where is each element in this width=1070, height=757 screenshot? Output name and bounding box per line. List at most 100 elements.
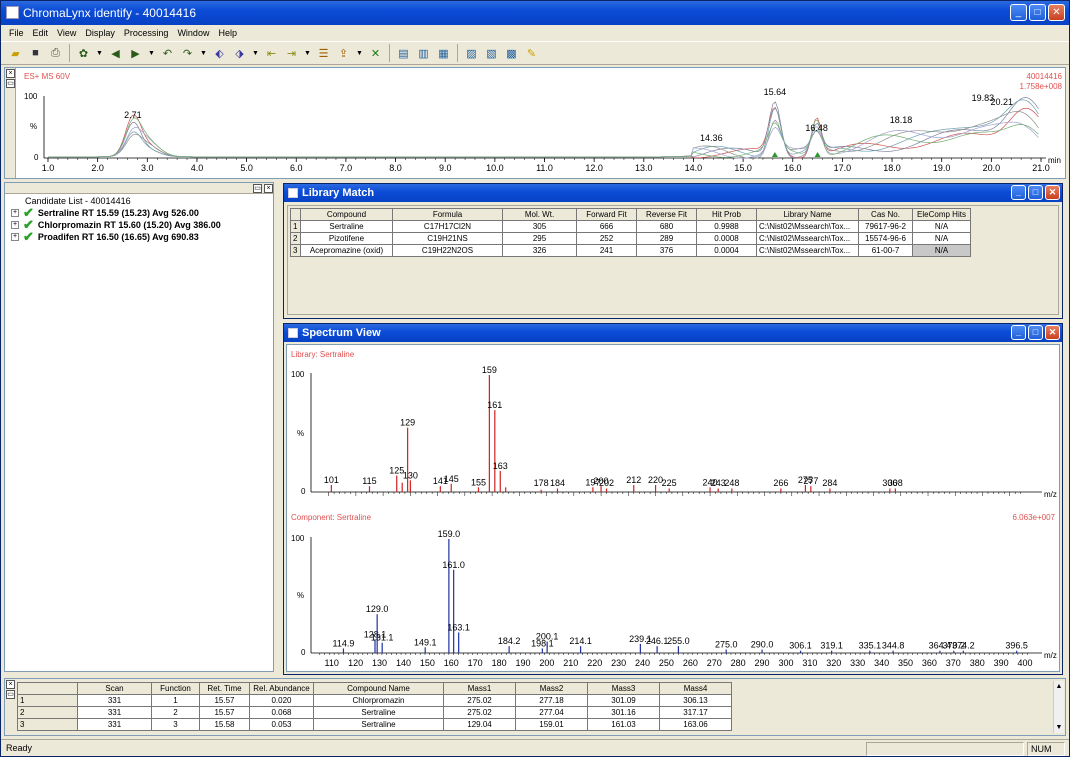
library-match-window[interactable]: Library Match _ □ ✕ Compound Formula Mol… — [283, 183, 1063, 319]
close-icon[interactable]: × — [264, 184, 273, 193]
zoom-back-icon[interactable]: ↶ — [159, 45, 176, 62]
spectrum-plot-area[interactable]: Library: Sertraline 100 % 0 101 115 125 129… — [286, 344, 1060, 672]
column-header[interactable]: Reverse Fit — [636, 208, 697, 221]
table-cell[interactable]: 2 — [151, 706, 200, 719]
table-cell[interactable]: 376 — [636, 244, 697, 257]
maximize-button[interactable]: □ — [1029, 4, 1046, 21]
table-cell[interactable]: 301.09 — [587, 694, 660, 707]
column-header[interactable]: Cas No. — [858, 208, 913, 221]
fit-view-icon[interactable]: ✕ — [367, 45, 384, 62]
table-cell[interactable]: 0.053 — [249, 718, 314, 731]
scan-table-scrollbar[interactable]: ▲ ▼ — [1053, 681, 1064, 733]
menu-processing[interactable]: Processing — [120, 25, 174, 41]
restore-icon[interactable]: ▭ — [6, 690, 15, 699]
column-header[interactable]: Library Name — [756, 208, 859, 221]
grid-icon[interactable]: ▩ — [503, 45, 520, 62]
column-header[interactable]: Compound Name — [313, 682, 444, 695]
table-cell[interactable]: C19H22N2OS — [392, 244, 503, 257]
zoom-forward-icon[interactable]: ↷ — [179, 45, 196, 62]
table-cell[interactable]: 275.02 — [443, 706, 516, 719]
dropdown-arrow-icon[interactable]: ▼ — [95, 45, 104, 62]
peak-right-icon[interactable]: ⬗ — [231, 45, 248, 62]
process-icon[interactable]: ✿ — [75, 45, 92, 62]
column-header[interactable]: Ret. Time — [199, 682, 250, 695]
table-cell[interactable]: 317.17 — [659, 706, 732, 719]
close-button[interactable]: ✕ — [1045, 185, 1060, 200]
table-cell[interactable]: 0.9988 — [696, 220, 757, 233]
minimize-button[interactable]: _ — [1010, 4, 1027, 21]
candidate-item[interactable]: + ✔ Proadifen RT 16.50 (16.65) Avg 690.8… — [11, 230, 199, 243]
table-cell[interactable]: Acepromazine (oxid) — [300, 244, 393, 257]
peak-marker-icon[interactable] — [814, 152, 821, 157]
table-cell[interactable]: 306.13 — [659, 694, 732, 707]
table-cell[interactable]: 159.01 — [515, 718, 588, 731]
library-match-title-bar[interactable]: Library Match _ □ ✕ — [284, 184, 1062, 202]
table-cell[interactable]: Sertraline — [313, 706, 444, 719]
table-cell[interactable]: 15.57 — [199, 706, 250, 719]
chromatogram-panel[interactable]: × ▭ ES+ MS 60V 40014416 1.758e+008 100 %… — [4, 67, 1066, 179]
column-header[interactable]: Mol. Wt. — [502, 208, 577, 221]
print-icon[interactable]: ⎙ — [47, 45, 64, 62]
table-cell[interactable]: 277.04 — [515, 706, 588, 719]
table-cell[interactable]: 326 — [502, 244, 577, 257]
expand-icon[interactable]: + — [11, 209, 19, 217]
table-cell[interactable]: 252 — [576, 232, 637, 245]
table-cell[interactable]: 0.0008 — [696, 232, 757, 245]
menu-view[interactable]: View — [53, 25, 81, 41]
open-icon[interactable]: ▰ — [7, 45, 24, 62]
minimize-button[interactable]: _ — [1011, 325, 1026, 340]
match-right-icon[interactable]: ⇥ — [283, 45, 300, 62]
minimize-button[interactable]: _ — [1011, 185, 1026, 200]
table-cell[interactable]: 666 — [576, 220, 637, 233]
column-header[interactable]: Mass4 — [659, 682, 732, 695]
column-header[interactable]: Hit Prob — [696, 208, 757, 221]
table-cell[interactable]: C:\Nist02\Mssearch\Tox... — [756, 232, 859, 245]
restore-icon[interactable]: ▭ — [253, 184, 262, 193]
table-cell[interactable]: 0.068 — [249, 706, 314, 719]
menu-file[interactable]: File — [5, 25, 29, 41]
restore-icon[interactable]: ▭ — [6, 79, 15, 88]
spectrum-view-icon[interactable]: ▥ — [415, 45, 432, 62]
scan-table-panel[interactable]: × ▭ Scan Function Ret. Time Rel. Abundan… — [4, 678, 1066, 736]
column-header[interactable]: Function — [151, 682, 200, 695]
table-cell[interactable]: 277.18 — [515, 694, 588, 707]
table-cell[interactable]: 15.58 — [199, 718, 250, 731]
close-icon[interactable]: × — [6, 69, 15, 78]
table-cell[interactable]: 79617-96-2 — [858, 220, 913, 233]
dropdown-arrow-icon[interactable]: ▼ — [199, 45, 208, 62]
table-cell[interactable]: 241 — [576, 244, 637, 257]
save-icon[interactable]: ■ — [27, 45, 44, 62]
next-icon[interactable]: ▶ — [127, 45, 144, 62]
close-icon[interactable]: × — [6, 680, 15, 689]
table-cell[interactable]: 163.06 — [659, 718, 732, 731]
scroll-down-icon[interactable]: ▼ — [1054, 722, 1064, 733]
table-cell[interactable]: Sertraline — [300, 220, 393, 233]
title-bar[interactable]: ChromaLynx identify - 40014416 _ □ ✕ — [1, 1, 1069, 25]
table-cell[interactable]: N/A — [912, 220, 971, 233]
table-cell[interactable]: 331 — [77, 718, 152, 731]
column-header[interactable]: Compound — [300, 208, 393, 221]
column-header[interactable]: Formula — [392, 208, 503, 221]
column-header[interactable]: Mass3 — [587, 682, 660, 695]
maximize-button[interactable]: □ — [1028, 185, 1043, 200]
table-row[interactable]: 1 331 1 15.57 0.020 Chlorpromazin 275.02… — [17, 694, 732, 707]
close-button[interactable]: ✕ — [1048, 4, 1065, 21]
chart-icon[interactable]: ▨ — [463, 45, 480, 62]
expand-icon[interactable]: + — [11, 221, 19, 229]
table-cell[interactable]: 61-00-7 — [858, 244, 913, 257]
menu-window[interactable]: Window — [173, 25, 214, 41]
table-cell[interactable]: Pizotifene — [300, 232, 393, 245]
table-cell[interactable]: 331 — [77, 706, 152, 719]
table-cell[interactable]: Chlorpromazin — [313, 694, 444, 707]
table-cell[interactable]: 1 — [151, 694, 200, 707]
layout-icon[interactable]: ▧ — [483, 45, 500, 62]
chromatogram-view-icon[interactable]: ▤ — [395, 45, 412, 62]
table-cell[interactable]: 129.04 — [443, 718, 516, 731]
table-row[interactable]: 3 331 3 15.58 0.053 Sertraline 129.04 15… — [17, 718, 732, 731]
maximize-button[interactable]: □ — [1028, 325, 1043, 340]
previous-icon[interactable]: ◀ — [107, 45, 124, 62]
table-row[interactable]: 3 Acepromazine (oxid) C19H22N2OS 326 241… — [290, 244, 971, 257]
table-cell[interactable]: C19H21NS — [392, 232, 503, 245]
table-cell[interactable]: 3 — [151, 718, 200, 731]
column-header[interactable]: Rel. Abundance — [249, 682, 314, 695]
